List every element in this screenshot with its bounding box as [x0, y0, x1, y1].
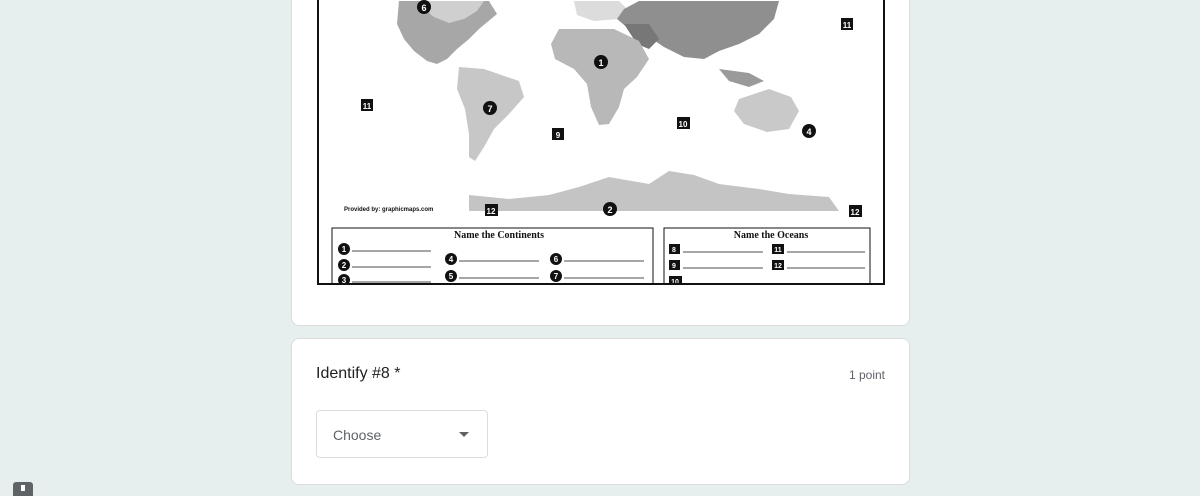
- svg-text:4: 4: [449, 255, 454, 264]
- svg-text:1: 1: [342, 245, 347, 254]
- map-marker-11-pacific-east: 11: [841, 18, 853, 30]
- map-marker-6: 6: [417, 0, 431, 14]
- svg-text:6: 6: [554, 255, 559, 264]
- svg-text:10: 10: [679, 120, 688, 129]
- svg-text:11: 11: [774, 247, 782, 254]
- svg-text:2: 2: [607, 205, 612, 215]
- svg-text:11: 11: [843, 21, 852, 30]
- svg-text:3: 3: [342, 276, 347, 285]
- svg-text:11: 11: [363, 102, 372, 111]
- report-feedback-button[interactable]: [13, 482, 33, 496]
- map-marker-10: 10: [677, 117, 690, 129]
- world-map-image: 6 1 7 4 2 11 11 9 10 12 12 Provided by: …: [317, 0, 885, 285]
- svg-text:10: 10: [671, 279, 679, 285]
- svg-text:12: 12: [774, 263, 782, 270]
- svg-text:7: 7: [554, 272, 559, 281]
- answer-dropdown[interactable]: Choose: [316, 410, 488, 458]
- map-marker-12-left: 12: [485, 204, 498, 216]
- map-marker-2: 2: [603, 202, 617, 216]
- world-map-svg: 6 1 7 4 2 11 11 9 10 12 12 Provided by: …: [331, 0, 871, 285]
- question-card: Identify #8 * 1 point Choose: [291, 338, 910, 485]
- question-title: Identify #8 *: [316, 365, 401, 382]
- map-question-card: 6 1 7 4 2 11 11 9 10 12 12 Provided by: …: [291, 0, 910, 326]
- map-marker-1: 1: [594, 55, 608, 69]
- map-marker-7: 7: [483, 101, 497, 115]
- svg-text:1: 1: [598, 58, 603, 68]
- svg-text:2: 2: [342, 261, 347, 270]
- svg-text:9: 9: [672, 263, 676, 270]
- svg-text:12: 12: [851, 208, 860, 217]
- svg-text:4: 4: [806, 127, 811, 137]
- dropdown-value: Choose: [333, 427, 382, 443]
- svg-text:8: 8: [672, 247, 676, 254]
- map-marker-4: 4: [802, 124, 816, 138]
- map-credit: Provided by: graphicmaps.com: [344, 207, 433, 213]
- legend-oceans-title: Name the Oceans: [734, 230, 809, 241]
- svg-text:7: 7: [487, 104, 492, 114]
- legend-continents-title: Name the Continents: [454, 230, 544, 241]
- legend-oceans: Name the Oceans 8 9 10 11 12: [663, 227, 871, 285]
- svg-text:12: 12: [487, 207, 496, 216]
- dropdown-arrow-icon: [459, 432, 469, 437]
- svg-text:5: 5: [449, 272, 454, 281]
- exclamation-icon: [21, 485, 25, 491]
- map-marker-11-pacific-west: 11: [361, 99, 373, 111]
- svg-text:9: 9: [556, 131, 561, 140]
- question-points: 1 point: [848, 368, 885, 382]
- legend-continents: Name the Continents 1 2 3 4 5 6 7: [331, 227, 654, 285]
- map-marker-9: 9: [552, 128, 564, 140]
- map-marker-12-right: 12: [849, 205, 862, 217]
- svg-text:6: 6: [421, 3, 426, 13]
